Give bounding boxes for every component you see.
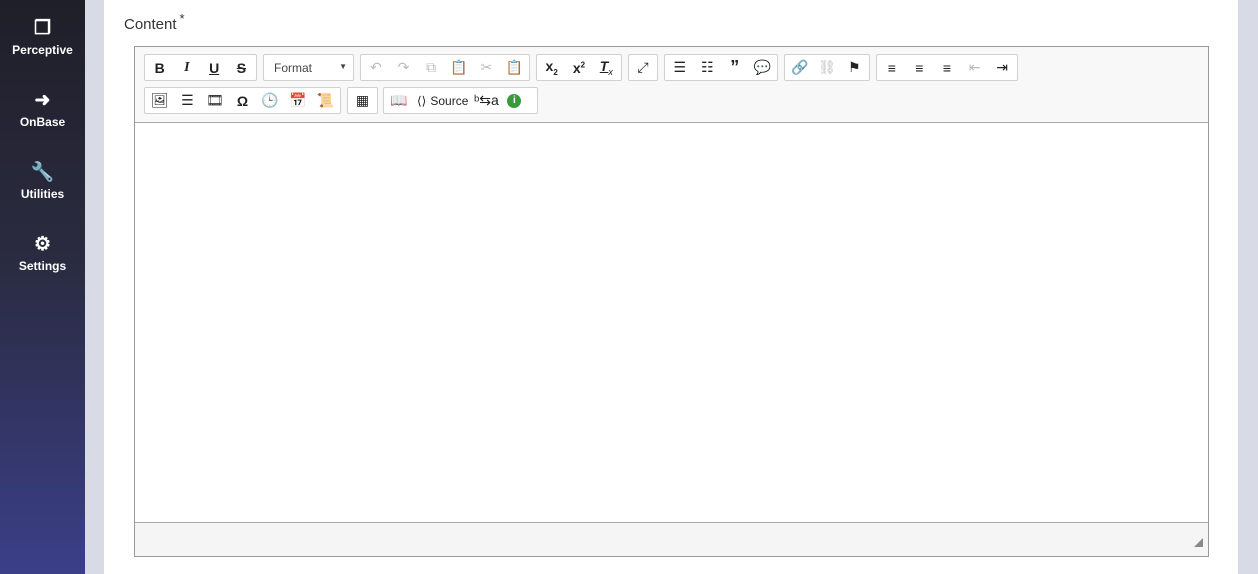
superscript-button[interactable]: x2	[565, 55, 592, 80]
sidebar-item-utilities[interactable]: 🔧 Utilities	[0, 161, 85, 201]
maximize-icon: ⤢	[637, 59, 649, 75]
outdent-button[interactable]: ⇤	[961, 55, 989, 80]
paste-button[interactable]: 📋	[445, 55, 473, 80]
editor-statusbar	[135, 522, 1208, 556]
table-button[interactable]: ▦	[349, 88, 376, 113]
unlink-button[interactable]: ⛓	[813, 55, 840, 80]
horizontal-rule-icon: ☰	[181, 92, 194, 108]
align-left-button[interactable]: ≡	[878, 55, 906, 80]
copy-icon: ⧉	[426, 59, 437, 75]
gear-icon: ⚙	[33, 234, 52, 255]
align-center-icon: ≡	[915, 59, 924, 76]
sidebar: ❐ Perceptive ➜ OnBase 🔧 Utilities ⚙ Settings	[0, 0, 85, 574]
right-gutter	[1238, 0, 1258, 574]
wrench-icon: 🔧	[30, 162, 55, 183]
subscript-button[interactable]: x2	[538, 55, 565, 80]
align-center-button[interactable]: ≡	[906, 55, 934, 80]
remove-format-button[interactable]: Tx	[593, 55, 620, 80]
bidi-button[interactable]: ᵇ⇆a	[472, 88, 500, 113]
undo-icon: ↶	[369, 59, 382, 75]
table-icon: ▦	[355, 92, 370, 108]
sidebar-item-settings[interactable]: ⚙ Settings	[0, 233, 85, 273]
outdent-icon: ⇤	[968, 59, 981, 75]
comment-button[interactable]: 💬	[749, 55, 777, 80]
template-icon: 📜	[316, 92, 334, 108]
sidebar-item-perceptive[interactable]: ❐ Perceptive	[0, 17, 85, 57]
calendar-icon: 📅	[288, 92, 307, 108]
link-icon: 🔗	[790, 59, 809, 75]
film-icon: 🎞	[206, 92, 224, 108]
paste-from-word-button[interactable]: 📋	[500, 55, 528, 80]
rich-text-editor: B I U S Format▼ ↶ ↷ ⧉ 📋 ✂ 📋 x2 x2 Tx ⤢	[134, 46, 1209, 557]
redo-button[interactable]: ↷	[390, 55, 418, 80]
paste-word-icon: 📋	[505, 59, 523, 75]
bidi-icon: ᵇ⇆a	[474, 92, 499, 108]
book-button[interactable]: 📖	[385, 88, 413, 113]
blockquote-button[interactable]: ”	[721, 55, 749, 80]
horizontal-rule-button[interactable]: ☰	[174, 88, 202, 113]
source-button[interactable]: ⟨⟩ Source	[413, 88, 472, 113]
italic-button[interactable]: I	[173, 55, 200, 80]
image-icon: 🖼	[150, 92, 169, 108]
video-button[interactable]: 🎞	[201, 88, 229, 113]
documents-icon: ❐	[33, 18, 52, 39]
bulleted-list-icon: ☷	[700, 59, 714, 75]
maximize-button[interactable]: ⤢	[630, 55, 656, 80]
indent-button[interactable]: ⇥	[988, 55, 1016, 80]
clock-button[interactable]: 🕒	[256, 88, 284, 113]
omega-icon: Ω	[236, 92, 249, 109]
clipboard-icon: 📋	[450, 59, 468, 75]
format-dropdown[interactable]: Format ▼	[263, 54, 354, 81]
editor-toolbar: B I U S Format▼ ↶ ↷ ⧉ 📋 ✂ 📋 x2 x2 Tx ⤢	[135, 47, 1208, 123]
special-char-button[interactable]: Ω	[229, 88, 257, 113]
cut-button[interactable]: ✂	[473, 55, 501, 80]
clock-icon: 🕒	[261, 92, 279, 108]
numbered-list-icon: ☰	[673, 59, 687, 75]
copy-button[interactable]: ⧉	[417, 55, 445, 80]
calendar-button[interactable]: 📅	[284, 88, 312, 113]
quote-icon: ”	[730, 57, 740, 77]
strikethrough-button[interactable]: S	[228, 55, 255, 80]
book-icon: 📖	[390, 92, 408, 108]
redo-icon: ↷	[397, 59, 410, 75]
template-button[interactable]: 📜	[311, 88, 339, 113]
align-right-button[interactable]: ≡	[933, 55, 961, 80]
underline-button[interactable]: U	[201, 55, 228, 80]
bulleted-list-button[interactable]: ☷	[694, 55, 722, 80]
speech-bubbles-icon: 💬	[753, 59, 771, 75]
resize-grip-icon[interactable]	[1194, 538, 1203, 547]
sidebar-item-onbase[interactable]: ➜ OnBase	[0, 89, 85, 129]
caret-down-icon: ▼	[339, 62, 347, 71]
content-label: Content *	[124, 11, 185, 33]
align-right-icon: ≡	[942, 59, 952, 76]
link-button[interactable]: 🔗	[786, 55, 813, 80]
source-icon: ⟨⟩	[417, 93, 427, 108]
info-icon: i	[507, 93, 522, 108]
flag-icon: ⚑	[848, 59, 861, 75]
indent-icon: ⇥	[996, 59, 1009, 75]
scissors-icon: ✂	[480, 59, 493, 75]
main-content: Content * B I U S Format ▼ ↶ ↷ ⧉ 📋 ✂ 📋 x2 …	[104, 0, 1238, 574]
info-button[interactable]: i	[500, 88, 528, 113]
anchor-button[interactable]: ⚑	[841, 55, 868, 80]
editor-body[interactable]	[135, 123, 1208, 523]
align-left-icon: ≡	[887, 59, 896, 76]
chevron-circle-icon: ➜	[34, 90, 51, 111]
required-marker: *	[179, 11, 185, 26]
numbered-list-button[interactable]: ☰	[666, 55, 694, 80]
bold-button[interactable]: B	[146, 55, 173, 80]
undo-button[interactable]: ↶	[362, 55, 390, 80]
unlink-icon: ⛓	[818, 59, 836, 75]
image-button[interactable]: 🖼	[146, 88, 174, 113]
